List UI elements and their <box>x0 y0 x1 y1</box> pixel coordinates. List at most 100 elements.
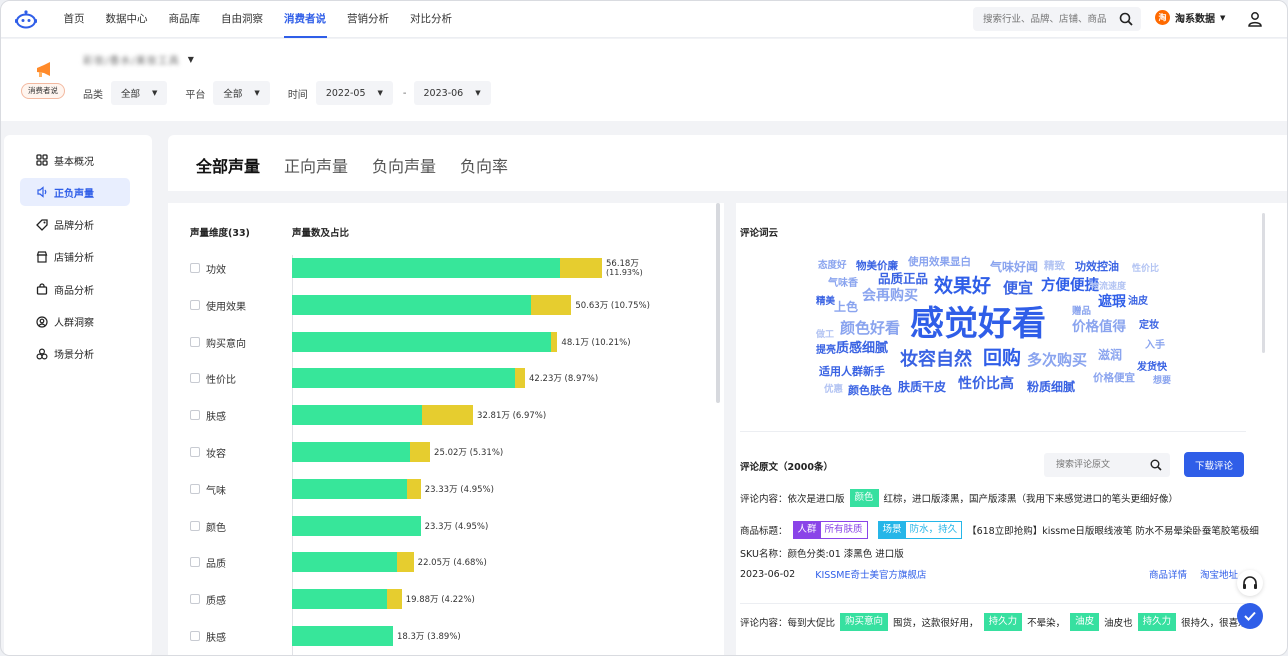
positive-bar[interactable] <box>292 515 421 536</box>
positive-bar[interactable] <box>292 478 407 499</box>
cloud-word[interactable]: 性价比 <box>1132 265 1159 274</box>
cloud-word[interactable]: 性价比高 <box>958 377 1014 391</box>
cloud-word[interactable]: 颜色肤色 <box>848 385 892 396</box>
cloud-word[interactable]: 提亮 <box>816 346 836 356</box>
time-start-select[interactable]: 2022-05 ▼ <box>315 81 393 105</box>
category-breadcrumb[interactable]: 彩妆/香水/美妆工具 ▼ <box>83 52 194 67</box>
shop-link[interactable]: KISSME奇士美官方旗舰店 <box>815 567 926 581</box>
keyword-tag[interactable]: 油皮 <box>1070 613 1100 631</box>
cloud-word[interactable]: 妆容自然 <box>900 351 972 369</box>
cloud-word[interactable]: 定妆 <box>1139 321 1159 331</box>
positive-bar[interactable] <box>292 331 552 352</box>
cloud-word[interactable]: 物美价廉 <box>856 261 898 272</box>
sidebar-item[interactable]: 品牌分析 <box>20 211 130 239</box>
comment-search-input[interactable] <box>1044 453 1144 477</box>
negative-bar[interactable] <box>386 589 402 610</box>
volume-tab[interactable]: 全部声量 <box>196 153 260 177</box>
positive-bar[interactable] <box>292 405 423 426</box>
volume-tab[interactable]: 负向声量 <box>372 153 436 177</box>
sidebar-item[interactable]: 场景分析 <box>20 340 130 368</box>
robot-logo-icon[interactable] <box>15 9 37 29</box>
cloud-word[interactable]: 物流速度 <box>1090 283 1126 292</box>
cloud-word[interactable]: 态度好 <box>818 261 847 271</box>
sidebar-item[interactable]: 商品分析 <box>20 275 130 303</box>
row-checkbox[interactable] <box>190 373 200 384</box>
cloud-word[interactable]: 滋润 <box>1098 349 1122 361</box>
scene-tag[interactable]: 场景 防水，持久 <box>877 521 963 539</box>
nav-item[interactable]: 营销分析 <box>337 1 400 38</box>
row-checkbox[interactable] <box>190 299 200 310</box>
negative-bar[interactable] <box>409 442 431 462</box>
nav-item[interactable]: 自由洞察 <box>211 1 274 38</box>
positive-bar[interactable] <box>292 552 397 573</box>
search-icon[interactable] <box>1150 459 1162 471</box>
negative-bar[interactable] <box>514 368 526 389</box>
cloud-word[interactable]: 感觉好看 <box>910 307 1046 341</box>
row-checkbox[interactable] <box>190 410 200 421</box>
cloud-word[interactable]: 气味好闻 <box>990 261 1038 273</box>
global-search[interactable] <box>973 7 1141 31</box>
row-checkbox[interactable] <box>190 336 200 347</box>
done-button[interactable] <box>1237 603 1263 629</box>
cloud-word[interactable]: 适用人群新手 <box>819 366 885 377</box>
comment-search[interactable] <box>1044 453 1170 477</box>
positive-bar[interactable] <box>292 294 532 315</box>
negative-bar[interactable] <box>422 405 474 426</box>
positive-bar[interactable] <box>292 368 515 389</box>
row-checkbox[interactable] <box>190 447 200 457</box>
download-comments-button[interactable]: 下载评论 <box>1184 452 1244 477</box>
keyword-tag[interactable]: 持久力 <box>983 613 1023 631</box>
cloud-word[interactable]: 使用效果显白 <box>908 257 971 268</box>
user-icon[interactable] <box>1247 11 1263 27</box>
cloud-word[interactable]: 发货快 <box>1137 363 1167 373</box>
row-checkbox[interactable] <box>190 557 200 568</box>
cloud-word[interactable]: 想要 <box>1153 377 1171 386</box>
cloud-word[interactable]: 品质正品 <box>878 272 928 286</box>
cloud-word[interactable]: 优惠 <box>824 385 843 395</box>
cloud-word[interactable]: 精美 <box>816 297 835 307</box>
row-checkbox[interactable] <box>190 631 200 641</box>
row-checkbox[interactable] <box>190 263 200 273</box>
cloud-word[interactable]: 上色 <box>834 301 858 313</box>
cloud-word[interactable]: 肤质干皮 <box>898 381 946 393</box>
audience-tag[interactable]: 人群 所有肤质 <box>792 521 868 539</box>
cloud-word[interactable]: 功效控油 <box>1075 261 1119 272</box>
volume-tab[interactable]: 正向声量 <box>284 153 348 177</box>
cloud-word[interactable]: 质感细腻 <box>836 342 888 355</box>
nav-item[interactable]: 数据中心 <box>95 1 158 38</box>
cloud-word[interactable]: 价格便宜 <box>1093 373 1135 384</box>
chart-scrollbar[interactable] <box>716 203 720 403</box>
negative-bar[interactable] <box>406 478 421 499</box>
volume-tab[interactable]: 负向率 <box>460 153 508 177</box>
sidebar-item[interactable]: 基本概况 <box>20 146 130 174</box>
cloud-word[interactable]: 会再购买 <box>862 289 918 303</box>
positive-bar[interactable] <box>292 589 387 610</box>
cloud-word[interactable]: 遮瑕 <box>1098 295 1126 309</box>
platform-select[interactable]: 全部 ▼ <box>213 81 270 105</box>
nav-item[interactable]: 商品库 <box>158 1 211 38</box>
positive-bar[interactable] <box>292 626 393 646</box>
time-end-select[interactable]: 2023-06 ▼ <box>413 81 491 105</box>
positive-bar[interactable] <box>292 258 560 278</box>
search-icon[interactable] <box>1119 12 1133 26</box>
cloud-word[interactable]: 精致 <box>1044 261 1065 272</box>
keyword-tag[interactable]: 购买意向 <box>840 613 889 631</box>
cloud-word[interactable]: 粉质细腻 <box>1027 381 1075 393</box>
nav-item[interactable]: 首页 <box>53 1 95 38</box>
cloud-word[interactable]: 油皮 <box>1128 297 1148 307</box>
nav-item[interactable]: 对比分析 <box>400 1 463 38</box>
cloud-word[interactable]: 效果好 <box>934 277 991 296</box>
cloud-word[interactable]: 赠品 <box>1072 307 1091 317</box>
cloud-word[interactable]: 气味香 <box>828 279 858 289</box>
sidebar-item[interactable]: 正负声量 <box>20 178 130 207</box>
right-scrollbar[interactable] <box>1262 213 1265 353</box>
negative-bar[interactable] <box>551 331 558 352</box>
support-button[interactable] <box>1237 570 1263 596</box>
negative-bar[interactable] <box>396 552 414 573</box>
keyword-tag[interactable]: 持久力 <box>1137 613 1177 631</box>
nav-item[interactable]: 消费者说 <box>274 1 337 38</box>
cloud-word[interactable]: 颜色好看 <box>840 321 900 336</box>
taobao-address-link[interactable]: 淘宝地址 <box>1200 567 1238 581</box>
cloud-word[interactable]: 价格值得 <box>1072 320 1126 335</box>
global-search-input[interactable] <box>973 7 1113 31</box>
